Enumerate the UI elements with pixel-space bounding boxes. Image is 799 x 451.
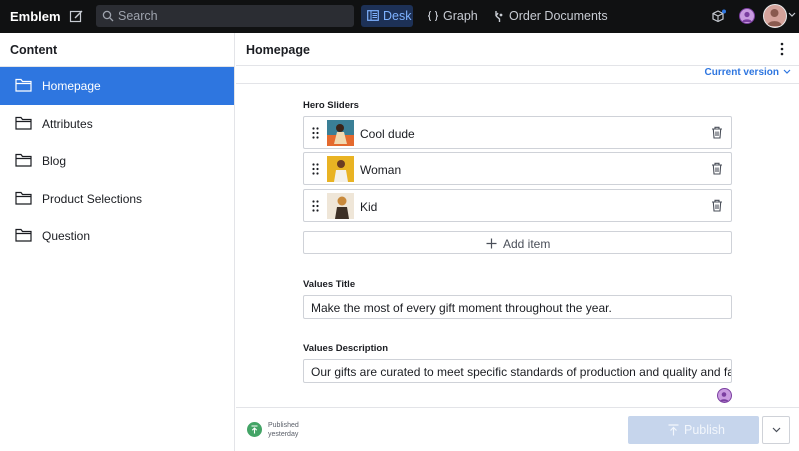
published-status-icon: [247, 422, 262, 437]
sidebar-item-question[interactable]: Question: [0, 217, 234, 255]
publish-button[interactable]: Publish: [628, 416, 759, 444]
sidebar-item-label: Product Selections: [42, 191, 143, 206]
document-title: Homepage: [246, 43, 310, 57]
sidebar-item-product-selections[interactable]: Product Selections: [0, 180, 234, 218]
publish-menu-button[interactable]: [762, 416, 790, 444]
user-icon: [719, 392, 729, 402]
brand-logo[interactable]: Emblem: [10, 9, 61, 24]
folder-icon: [15, 78, 32, 92]
slider-item-name: Woman: [360, 163, 402, 177]
graph-icon: [427, 10, 439, 22]
sidebar-item-homepage[interactable]: Homepage: [0, 67, 234, 105]
slider-item-woman[interactable]: Woman: [303, 152, 732, 185]
slider-item-name: Cool dude: [360, 127, 415, 141]
chevron-down-icon: [772, 427, 781, 433]
values-description-input[interactable]: Our gifts are curated to meet specific s…: [303, 359, 732, 383]
trash-icon[interactable]: [711, 199, 723, 212]
sidebar-item-blog[interactable]: Blog: [0, 142, 234, 180]
package-icon[interactable]: [711, 9, 727, 24]
search-placeholder: Search: [118, 9, 158, 23]
tool-desk[interactable]: Desk: [361, 5, 413, 27]
compose-icon[interactable]: [69, 9, 84, 24]
tool-order-documents-label: Order Documents: [509, 9, 608, 23]
hero-sliders-label: Hero Sliders: [303, 100, 359, 111]
drag-handle-icon[interactable]: [312, 163, 319, 175]
search-input[interactable]: Search: [96, 5, 354, 27]
sidebar-title: Content: [10, 43, 58, 57]
publish-status: Published yesterday: [268, 421, 299, 439]
slider-item-kid[interactable]: Kid: [303, 189, 732, 222]
document-header: Homepage: [236, 33, 799, 66]
slider-thumbnail: [327, 193, 354, 219]
values-title-input[interactable]: Make the most of every gift moment throu…: [303, 295, 732, 319]
version-label: Current version: [704, 67, 779, 78]
trash-icon[interactable]: [711, 162, 723, 175]
document-footer: Published yesterday Publish: [236, 407, 799, 451]
add-item-label: Add item: [503, 237, 551, 251]
arrow-up-icon: [251, 425, 258, 434]
tool-graph[interactable]: Graph: [421, 5, 481, 27]
publish-status-time: yesterday: [268, 431, 299, 438]
sidebar-item-label: Question: [42, 229, 91, 243]
sidebar-item-label: Homepage: [42, 79, 101, 93]
presence-avatar[interactable]: [717, 388, 732, 403]
publish-status-label: Published: [268, 422, 299, 429]
plus-icon: [486, 238, 497, 249]
version-bar: Current version: [236, 67, 799, 84]
sidebar-item-attributes[interactable]: Attributes: [0, 105, 234, 143]
tool-desk-label: Desk: [383, 9, 412, 23]
folder-icon: [15, 116, 32, 130]
folder-icon: [15, 153, 32, 167]
folder-icon: [15, 191, 32, 205]
publish-icon: [668, 424, 679, 436]
top-bar: Emblem Search Desk Graph Order Documents: [0, 0, 799, 33]
trash-icon[interactable]: [711, 126, 723, 139]
slider-thumbnail: [327, 156, 354, 182]
tool-order-documents[interactable]: Order Documents: [488, 5, 608, 27]
version-selector[interactable]: Current version: [705, 67, 791, 78]
drag-handle-icon[interactable]: [312, 127, 319, 139]
slider-item-name: Kid: [360, 200, 378, 214]
add-item-button[interactable]: Add item: [303, 231, 732, 254]
folder-icon: [15, 228, 32, 242]
collaborator-avatar[interactable]: [739, 8, 755, 24]
desk-icon: [367, 10, 379, 21]
order-documents-icon: [495, 11, 503, 22]
publish-label: Publish: [684, 423, 725, 437]
content-sidebar: Content Homepage Attributes Blog Product…: [0, 33, 235, 451]
tool-graph-label: Graph: [443, 9, 478, 23]
user-icon: [742, 11, 752, 22]
sidebar-item-label: Attributes: [42, 116, 93, 131]
drag-handle-icon[interactable]: [312, 200, 319, 212]
values-title-label: Values Title: [303, 279, 356, 290]
slider-thumbnail: [327, 120, 354, 146]
slider-item-cool-dude[interactable]: Cool dude: [303, 116, 732, 149]
chevron-down-icon[interactable]: [788, 12, 796, 18]
user-avatar[interactable]: [763, 4, 787, 28]
sidebar-item-label: Blog: [42, 154, 67, 168]
sidebar-list: Homepage Attributes Blog Product Selecti…: [0, 66, 234, 255]
search-icon: [102, 10, 114, 22]
more-options-icon[interactable]: [779, 42, 785, 56]
values-description-label: Values Description: [303, 343, 389, 354]
chevron-down-icon: [783, 69, 791, 75]
user-photo-icon: [767, 9, 782, 26]
